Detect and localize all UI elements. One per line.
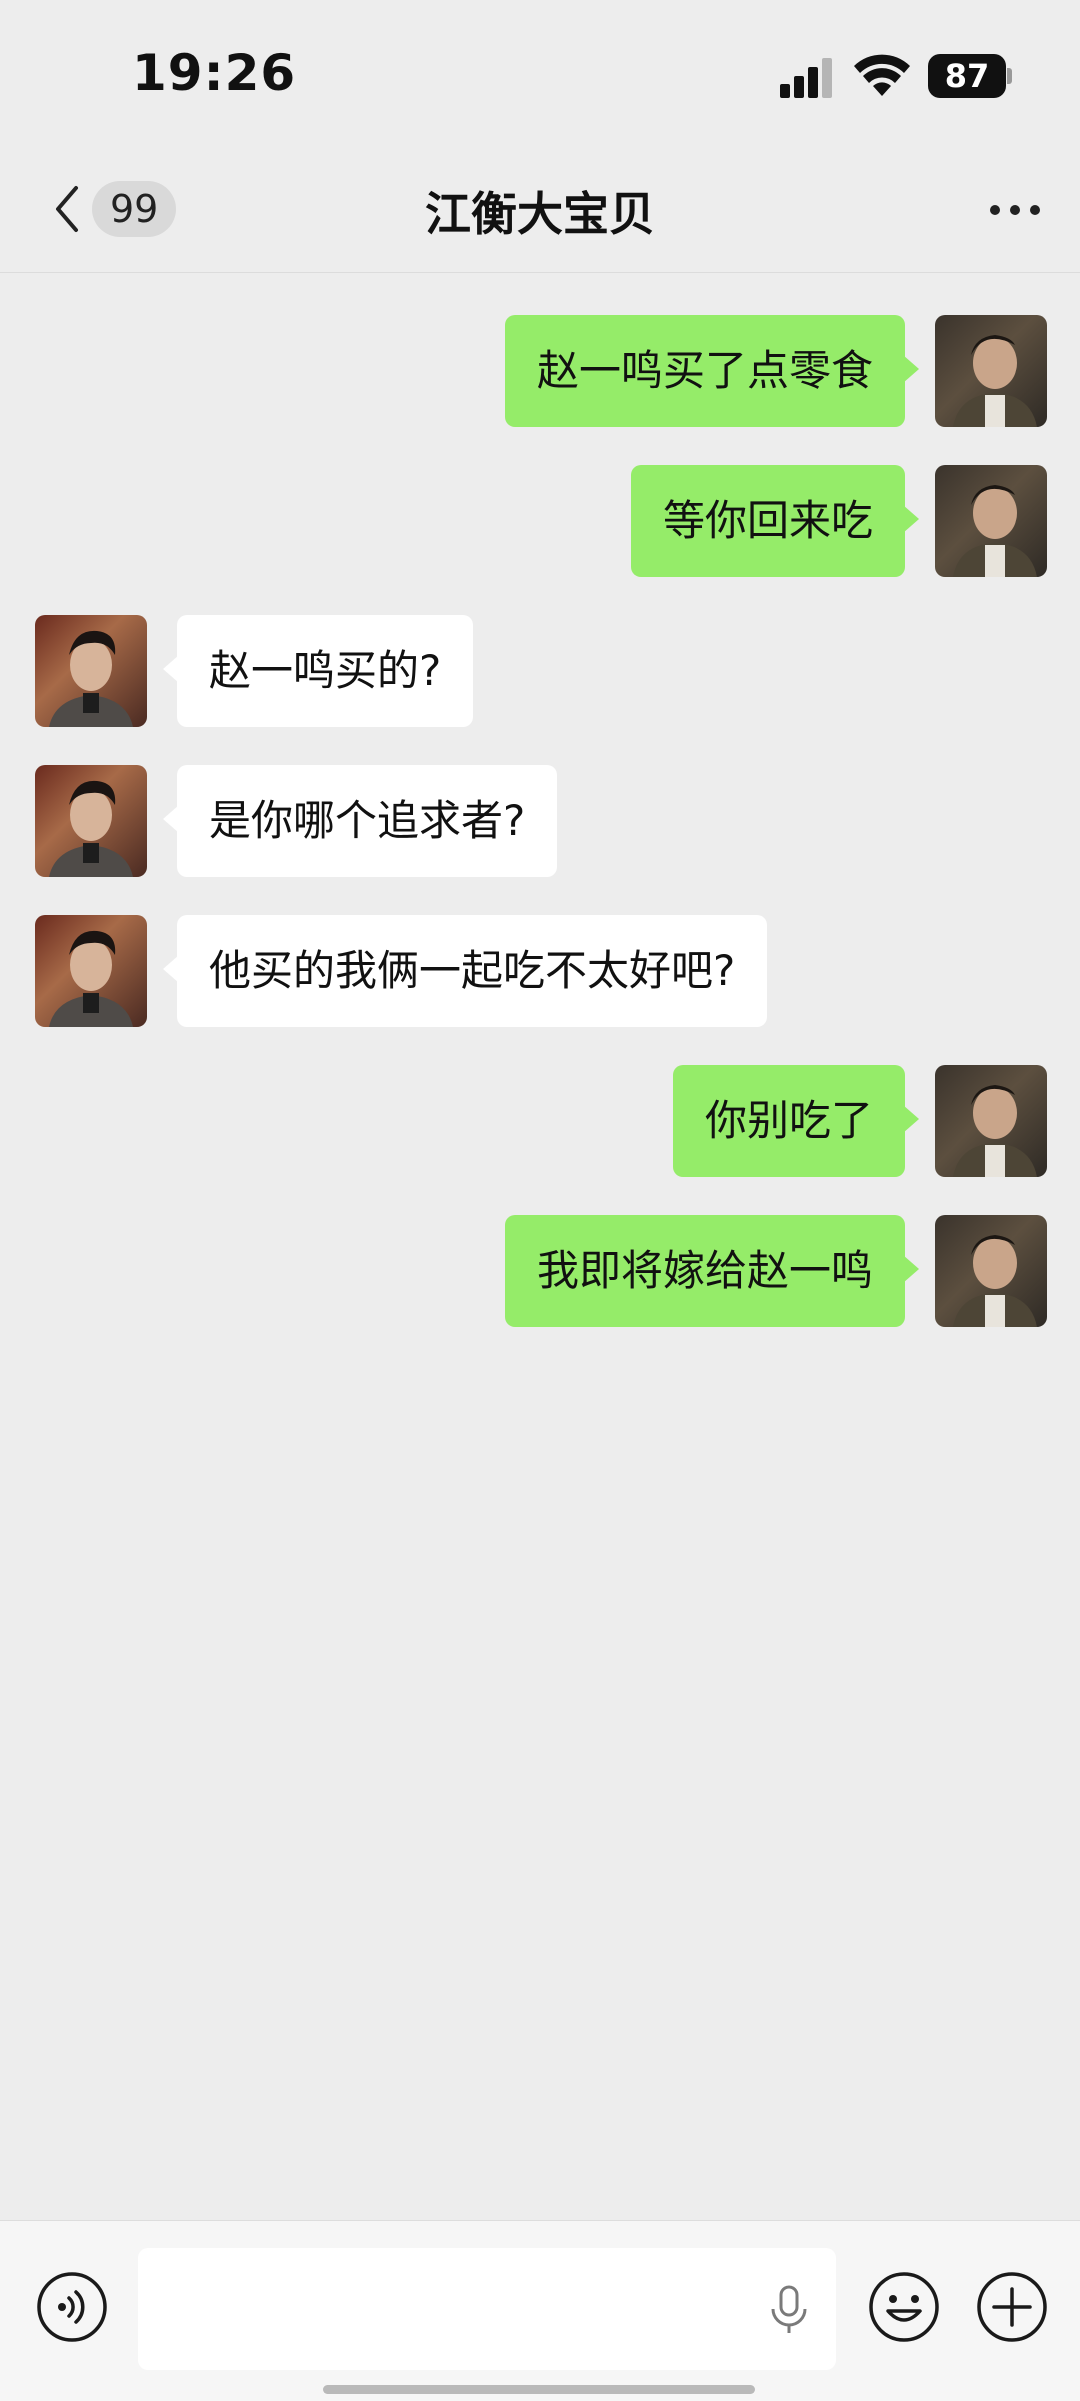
message-bubble-received[interactable]: 他买的我俩一起吃不太好吧?: [162, 915, 768, 1027]
status-time: 19:26: [132, 44, 297, 102]
battery-tip: [1007, 68, 1012, 84]
home-indicator: [323, 2385, 755, 2394]
more-options-icon[interactable]: [985, 190, 1045, 230]
avatar-image: [49, 630, 133, 727]
message-bubble-sent[interactable]: 等你回来吃: [630, 465, 920, 577]
message-bubble-received[interactable]: 赵一鸣买的?: [162, 615, 474, 727]
message-row: 赵一鸣买的?: [0, 615, 1080, 727]
avatar-image: [953, 1085, 1037, 1177]
my-avatar[interactable]: [935, 1065, 1047, 1177]
emoji-icon[interactable]: [868, 2271, 940, 2343]
battery-indicator: 87: [928, 54, 1012, 98]
message-row: 等你回来吃: [0, 465, 1080, 577]
avatar-image: [49, 780, 133, 877]
message-bubble-sent[interactable]: 赵一鸣买了点零食: [504, 315, 920, 427]
my-avatar[interactable]: [935, 315, 1047, 427]
my-avatar[interactable]: [935, 465, 1047, 577]
voice-icon[interactable]: [36, 2271, 108, 2343]
chat-header: 99 江衡大宝贝: [0, 150, 1080, 273]
message-bubble-sent[interactable]: 你别吃了: [672, 1065, 920, 1177]
wifi-icon: [854, 54, 910, 96]
mic-icon[interactable]: [765, 2285, 813, 2335]
message-bubble-sent[interactable]: 我即将嫁给赵一鸣: [504, 1215, 920, 1327]
message-row: 你别吃了: [0, 1065, 1080, 1177]
avatar-image: [953, 335, 1037, 427]
message-row: 赵一鸣买了点零食: [0, 315, 1080, 427]
battery-level: 87: [928, 54, 1006, 98]
message-row: 是你哪个追求者?: [0, 765, 1080, 877]
chevron-left-icon: [56, 186, 78, 232]
cellular-signal-icon: [780, 58, 832, 98]
contact-avatar[interactable]: [35, 615, 147, 727]
plus-icon[interactable]: [976, 2271, 1048, 2343]
unread-count-badge: 99: [92, 181, 177, 237]
contact-avatar[interactable]: [35, 765, 147, 877]
message-input[interactable]: [138, 2248, 836, 2370]
message-bubble-received[interactable]: 是你哪个追求者?: [162, 765, 558, 877]
avatar-image: [953, 1235, 1037, 1327]
message-row: 他买的我俩一起吃不太好吧?: [0, 915, 1080, 1027]
input-bar: [0, 2220, 1080, 2401]
avatar-image: [49, 930, 133, 1027]
avatar-image: [953, 485, 1037, 577]
my-avatar[interactable]: [935, 1215, 1047, 1327]
status-bar: 19:26 87: [0, 0, 1080, 150]
message-row: 我即将嫁给赵一鸣: [0, 1215, 1080, 1327]
contact-avatar[interactable]: [35, 915, 147, 1027]
back-button[interactable]: 99: [52, 176, 177, 242]
